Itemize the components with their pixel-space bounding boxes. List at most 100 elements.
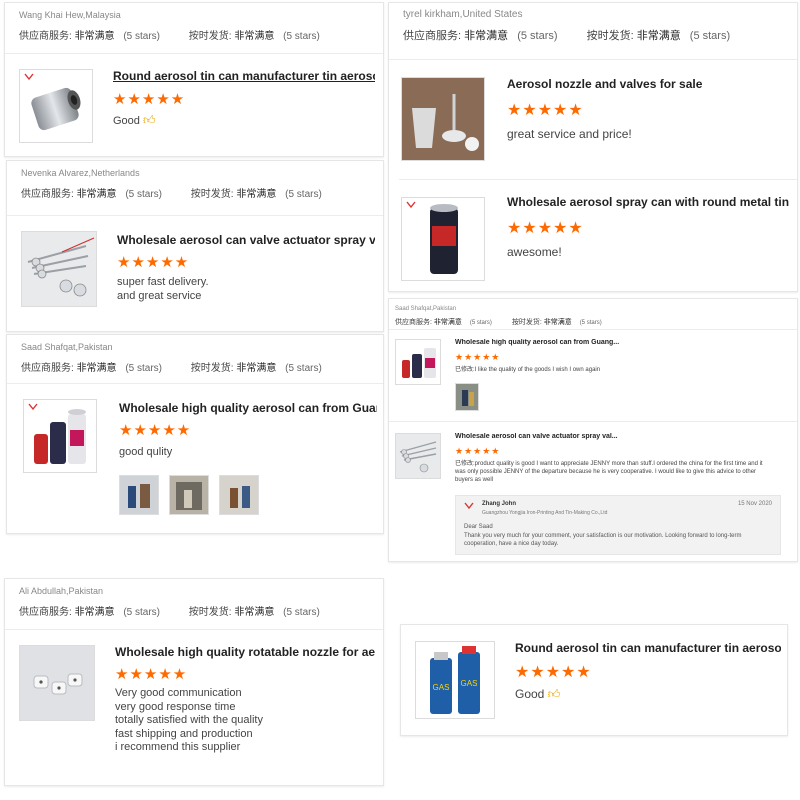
rating-meta: 供应商服务: 非常满意 (5 stars) 按时发货: 非常满意 (5 star…	[19, 27, 373, 42]
service-label: 供应商服务:	[403, 30, 462, 42]
reply-company: Guangzhou Yongjia Iron-Printing And Tin-…	[482, 510, 608, 516]
service-value: 非常满意	[74, 607, 115, 618]
review-comment: 已修改:I like the quality of the goods I wi…	[455, 367, 601, 373]
shipping-stars: (5 stars)	[689, 30, 731, 42]
comment-text: Good	[113, 115, 140, 127]
divider	[7, 215, 383, 216]
rating-meta: 供应商服务: 非常满意 (5 stars) 按时发货: 非常满意 (5 star…	[21, 185, 373, 200]
attachment-photo[interactable]	[169, 475, 209, 515]
shipping-label: 按时发货:	[190, 189, 234, 200]
divider	[7, 383, 383, 384]
product-title-link[interactable]: Wholesale high quality aerosol can from …	[119, 401, 377, 415]
attachment-photo[interactable]	[219, 475, 259, 515]
svg-text:GAS: GAS	[461, 679, 478, 688]
service-stars: (5 stars)	[125, 363, 163, 374]
svg-text:GAS: GAS	[433, 683, 450, 692]
attachment-photo[interactable]	[455, 383, 479, 411]
rating-meta: 供应商服务: 非常满意 (5 stars) 按时发货: 非常满意 (5 star…	[21, 359, 373, 374]
review-card: Wang Khai Hew,Malaysia 供应商服务: 非常满意 (5 st…	[4, 2, 384, 157]
rating-stars: ★★★★★	[515, 664, 592, 681]
valve-actuator-image	[27, 237, 95, 297]
divider	[389, 421, 797, 422]
product-thumbnail[interactable]	[401, 77, 485, 161]
product-title-link[interactable]: Aerosol nozzle and valves for sale	[507, 77, 787, 91]
shipping-stars: (5 stars)	[285, 363, 322, 374]
seller-reply: Zhang John 15 Nov 2020 Guangzhou Yongjia…	[455, 495, 781, 555]
service-stars: (5 stars)	[469, 320, 492, 326]
service-stars: (5 stars)	[125, 189, 163, 200]
review-comment: Very good communication very good respon…	[115, 687, 263, 755]
review-comment: Good 👍︎	[113, 113, 156, 128]
service-stars: (5 stars)	[123, 607, 161, 618]
rating-stars: ★★★★★	[115, 666, 188, 683]
product-title-link[interactable]: Wholesale aerosol spray can with round m…	[507, 195, 791, 209]
product-title-link[interactable]: Round aerosol tin can manufacturer tin a…	[113, 69, 375, 83]
brand-logo-icon	[28, 403, 38, 411]
review-comment: good qulity	[119, 446, 173, 458]
service-label: 供应商服务:	[21, 189, 74, 200]
product-thumbnail[interactable]	[21, 231, 97, 307]
comment-line: and great service	[117, 290, 202, 302]
shipping-stars: (5 stars)	[285, 189, 322, 200]
service-label: 供应商服务:	[395, 319, 432, 326]
reviewer-name: Ali Abdullah,Pakistan	[19, 586, 104, 596]
shipping-label: 按时发货:	[188, 31, 232, 42]
comment-line: Very good communication	[115, 687, 242, 699]
divider	[5, 629, 383, 630]
photo-image	[120, 476, 158, 514]
service-value: 非常满意	[76, 363, 117, 374]
product-thumbnail[interactable]	[19, 69, 93, 143]
rating-meta: 供应商服务: 非常满意 (5 stars) 按时发货: 非常满意 (5 star…	[403, 27, 787, 43]
product-title-link[interactable]: Wholesale aerosol can valve actuator spr…	[117, 233, 375, 247]
review-card: tyrel kirkham,United States 供应商服务: 非常满意 …	[388, 2, 798, 292]
product-title-link[interactable]: Wholesale high quality rotatable nozzle …	[115, 645, 375, 659]
rotatable-nozzle-image	[33, 673, 83, 695]
review-card: Ali Abdullah,Pakistan 供应商服务: 非常满意 (5 sta…	[4, 578, 384, 786]
rating-stars: ★★★★★	[455, 446, 501, 456]
rating-meta: 供应商服务: 非常满意 (5 stars) 按时发货: 非常满意 (5 star…	[19, 603, 373, 618]
review-comment: 已修改:product quality is good I want to ap…	[455, 461, 763, 483]
service-value: 非常满意	[433, 319, 462, 326]
thumbs-up-icon: 👍︎	[142, 113, 156, 127]
comment-line: totally satisfied with the quality	[115, 714, 263, 726]
shipping-label: 按时发货:	[190, 363, 234, 374]
valve-actuator-image	[399, 441, 437, 473]
reply-author: Zhang John	[482, 501, 516, 507]
product-title-link[interactable]: Round aerosol tin can manufacturer tin a…	[515, 641, 781, 655]
comment-line: fast shipping and production	[115, 727, 253, 740]
product-thumbnail[interactable]	[401, 197, 485, 281]
product-thumbnail[interactable]	[23, 399, 97, 473]
shipping-value: 非常满意	[236, 189, 277, 200]
rating-stars: ★★★★★	[455, 352, 501, 362]
service-label: 供应商服务:	[19, 31, 72, 42]
shipping-stars: (5 stars)	[283, 31, 320, 42]
product-thumbnail[interactable]: GAS GAS	[415, 641, 495, 719]
review-header: Wang Khai Hew,Malaysia 供应商服务: 非常满意 (5 st…	[19, 9, 373, 42]
product-title-link[interactable]: Wholesale high quality aerosol can from …	[455, 339, 695, 346]
product-thumbnail[interactable]	[395, 339, 441, 385]
product-title-link[interactable]: Wholesale aerosol can valve actuator spr…	[455, 433, 695, 440]
aerosol-cans-image	[402, 348, 436, 378]
comment-text: Good	[515, 687, 545, 701]
rating-stars: ★★★★★	[507, 220, 584, 237]
shipping-label: 按时发货:	[511, 319, 542, 326]
divider	[5, 53, 383, 54]
brand-logo-icon	[24, 73, 34, 81]
shipping-label: 按时发货:	[188, 607, 232, 618]
shipping-stars: (5 stars)	[579, 320, 602, 326]
nozzle-valves-image	[402, 78, 484, 160]
rating-stars: ★★★★★	[113, 91, 186, 108]
brand-logo-icon	[464, 502, 474, 510]
brand-logo-icon	[406, 201, 416, 209]
reviewer-name: Saad Shafqat,Pakistan	[21, 342, 113, 352]
product-thumbnail[interactable]	[395, 433, 441, 479]
review-comment: awesome!	[507, 245, 562, 259]
rating-meta: 供应商服务: 非常满意 (5 stars) 按时发货: 非常满意 (5 star…	[395, 317, 787, 327]
shipping-value: 非常满意	[234, 607, 275, 618]
review-comment: great service and price!	[507, 127, 632, 141]
shipping-value: 非常满意	[636, 30, 681, 42]
attachment-photo[interactable]	[119, 475, 159, 515]
review-header: Saad Shafqat,Pakistan 供应商服务: 非常满意 (5 sta…	[395, 303, 787, 327]
product-thumbnail[interactable]	[19, 645, 95, 721]
review-card: GAS GAS Round aerosol tin can manufactur…	[400, 624, 788, 736]
